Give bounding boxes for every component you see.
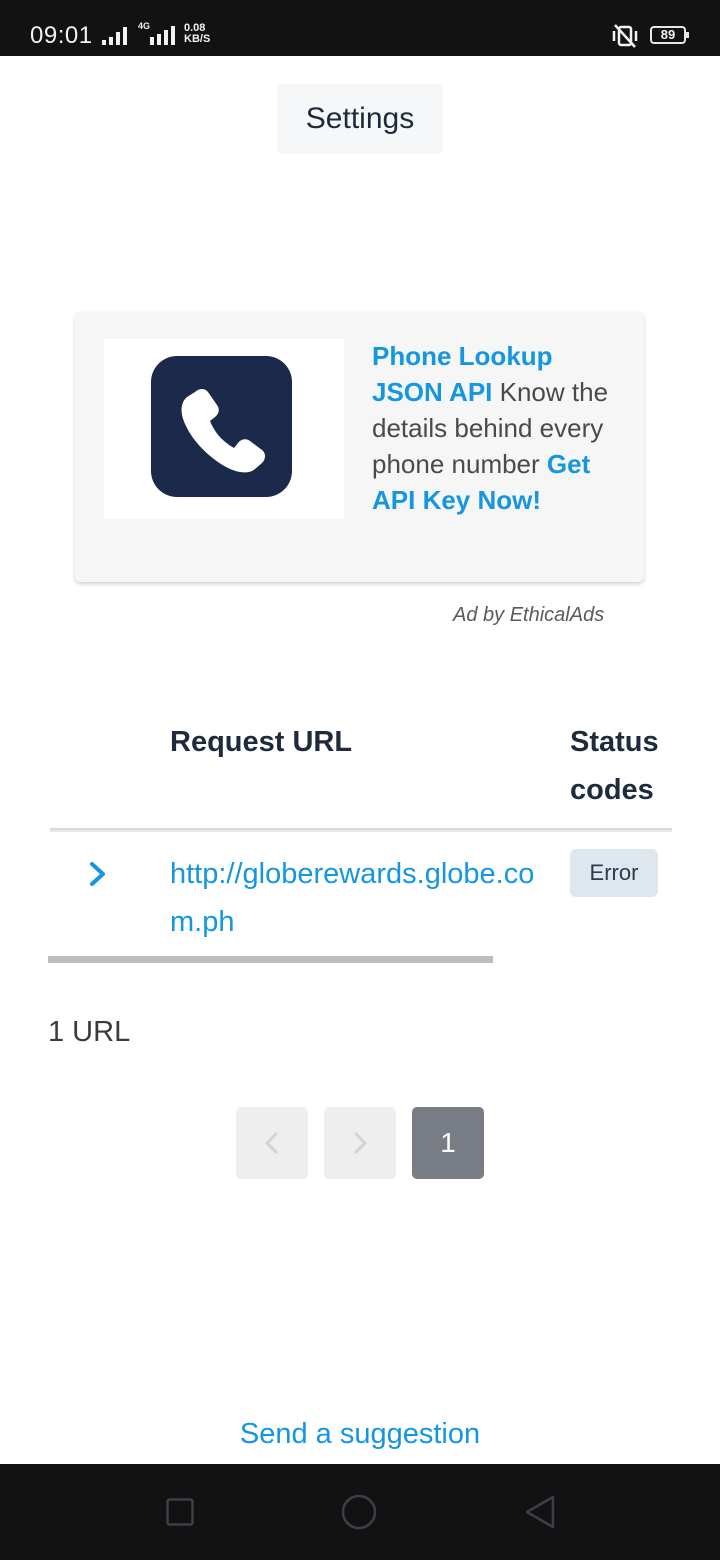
clock: 09:01 [30, 22, 93, 49]
back-icon[interactable] [523, 1494, 557, 1530]
table-header-divider [50, 828, 672, 832]
mute-vibrate-icon [612, 24, 638, 48]
battery-icon: 89 [650, 26, 689, 44]
chevron-right-icon [354, 1132, 367, 1154]
home-icon[interactable] [341, 1494, 377, 1530]
recent-apps-icon[interactable] [166, 1498, 194, 1526]
settings-button[interactable]: Settings [277, 84, 443, 154]
send-suggestion-link[interactable]: Send a suggestion [0, 1418, 720, 1451]
horizontal-scrollbar[interactable] [48, 956, 493, 963]
ad-image[interactable] [104, 339, 344, 519]
column-header-status-codes: Status codes [570, 726, 659, 806]
navigation-bar [0, 1464, 720, 1560]
signal-4g-icon [150, 26, 175, 45]
ad-text[interactable]: Phone Lookup JSON API Know the details b… [372, 338, 622, 518]
ad-credit[interactable]: Ad by EthicalAds [453, 604, 604, 627]
signal-icon [102, 27, 127, 45]
ad-card[interactable]: Phone Lookup JSON API Know the details b… [75, 312, 644, 582]
previous-page-button[interactable] [236, 1107, 308, 1179]
data-speed: 0.08 KB/S [184, 23, 210, 45]
chevron-right-icon[interactable] [86, 860, 110, 888]
data-speed-unit: KB/S [184, 33, 211, 45]
chevron-left-icon [265, 1132, 278, 1154]
status-bar: 09:01 4G 0.08 KB/S 89 [0, 0, 720, 56]
request-url-link[interactable]: http://globerewards.globe.com.ph [170, 850, 540, 946]
page-button-current[interactable]: 1 [412, 1107, 484, 1179]
next-page-button[interactable] [324, 1107, 396, 1179]
url-count: 1 URL [48, 1016, 131, 1048]
phone-icon [151, 356, 292, 497]
network-type: 4G [138, 21, 151, 31]
status-badge: Error [570, 849, 658, 897]
column-header-request-url: Request URL [170, 726, 353, 758]
